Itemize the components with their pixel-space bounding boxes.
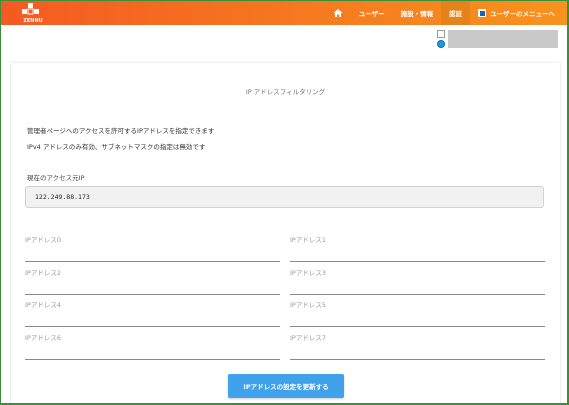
ip-address-underline <box>290 294 545 295</box>
page-title: IP アドレスフィルタリング <box>245 88 326 96</box>
nav-user-menu-label: ユーザーのメニューへ <box>490 10 555 18</box>
description-line-2: IPv4 アドレスのみ有効、サブネットマスクの指定は無効です <box>27 143 206 151</box>
ip-address-label-0: IPアドレス0 <box>25 236 61 244</box>
nav-home[interactable] <box>325 1 351 25</box>
main-nav: ユーザー 施設・情報 認証 ユーザーのメニューへ <box>325 1 563 25</box>
nav-facility-info-label: 施設・情報 <box>400 10 434 18</box>
ip-address-field-3[interactable]: IPアドレス3 <box>290 267 545 295</box>
current-ip-display: 122.249.88.173 <box>25 186 544 208</box>
ip-address-field-2[interactable]: IPアドレス2 <box>25 267 280 295</box>
ip-address-label-7: IPアドレス7 <box>290 334 326 342</box>
svg-text:ZENNU: ZENNU <box>23 18 42 24</box>
nav-auth[interactable]: 認証 <box>441 1 471 25</box>
ip-address-underline <box>25 294 280 295</box>
nav-facility-info[interactable]: 施設・情報 <box>393 1 442 25</box>
ip-address-underline <box>25 261 280 262</box>
user-status-icons <box>437 30 445 48</box>
app-window: ZENNU ユーザー 施設・情報 認証 ユーザーのメニューへ IP アドレスフィ… <box>0 0 569 405</box>
ip-address-field-5[interactable]: IPアドレス5 <box>290 299 545 327</box>
ip-address-underline <box>290 261 545 262</box>
status-online-icon <box>437 40 445 48</box>
user-info-redacted <box>448 30 558 48</box>
ip-address-field-6[interactable]: IPアドレス6 <box>25 332 280 360</box>
ip-address-label-3: IPアドレス3 <box>290 269 326 277</box>
ip-address-label-5: IPアドレス5 <box>290 301 326 309</box>
zennu-logo[interactable]: ZENNU <box>16 2 50 24</box>
nav-users[interactable]: ユーザー <box>351 1 393 25</box>
ip-address-label-2: IPアドレス2 <box>25 269 61 277</box>
menu-icon <box>478 9 487 17</box>
ip-address-label-1: IPアドレス1 <box>290 236 326 244</box>
nav-user-menu[interactable]: ユーザーのメニューへ <box>470 1 563 25</box>
status-square-icon <box>437 30 445 38</box>
ip-address-underline <box>25 359 280 360</box>
ip-address-label-4: IPアドレス4 <box>25 301 61 309</box>
description-line-1: 管理者ページへのアクセスを許可するIPアドレスを指定できます <box>27 127 215 135</box>
ip-address-underline <box>290 359 545 360</box>
update-ip-settings-button[interactable]: IPアドレスの設定を更新する <box>228 374 344 398</box>
nav-users-label: ユーザー <box>358 10 385 18</box>
ip-address-underline <box>25 326 280 327</box>
ip-address-field-4[interactable]: IPアドレス4 <box>25 299 280 327</box>
current-ip-label: 現在のアクセス元IP <box>27 174 85 182</box>
top-navigation-bar: ZENNU ユーザー 施設・情報 認証 ユーザーのメニューへ <box>1 1 567 25</box>
ip-address-field-7[interactable]: IPアドレス7 <box>290 332 545 360</box>
home-icon <box>333 9 343 17</box>
ip-address-label-6: IPアドレス6 <box>25 334 61 342</box>
ip-address-field-0[interactable]: IPアドレス0 <box>25 234 280 262</box>
ip-address-underline <box>290 326 545 327</box>
nav-auth-label: 認証 <box>449 10 463 18</box>
ip-address-field-1[interactable]: IPアドレス1 <box>290 234 545 262</box>
